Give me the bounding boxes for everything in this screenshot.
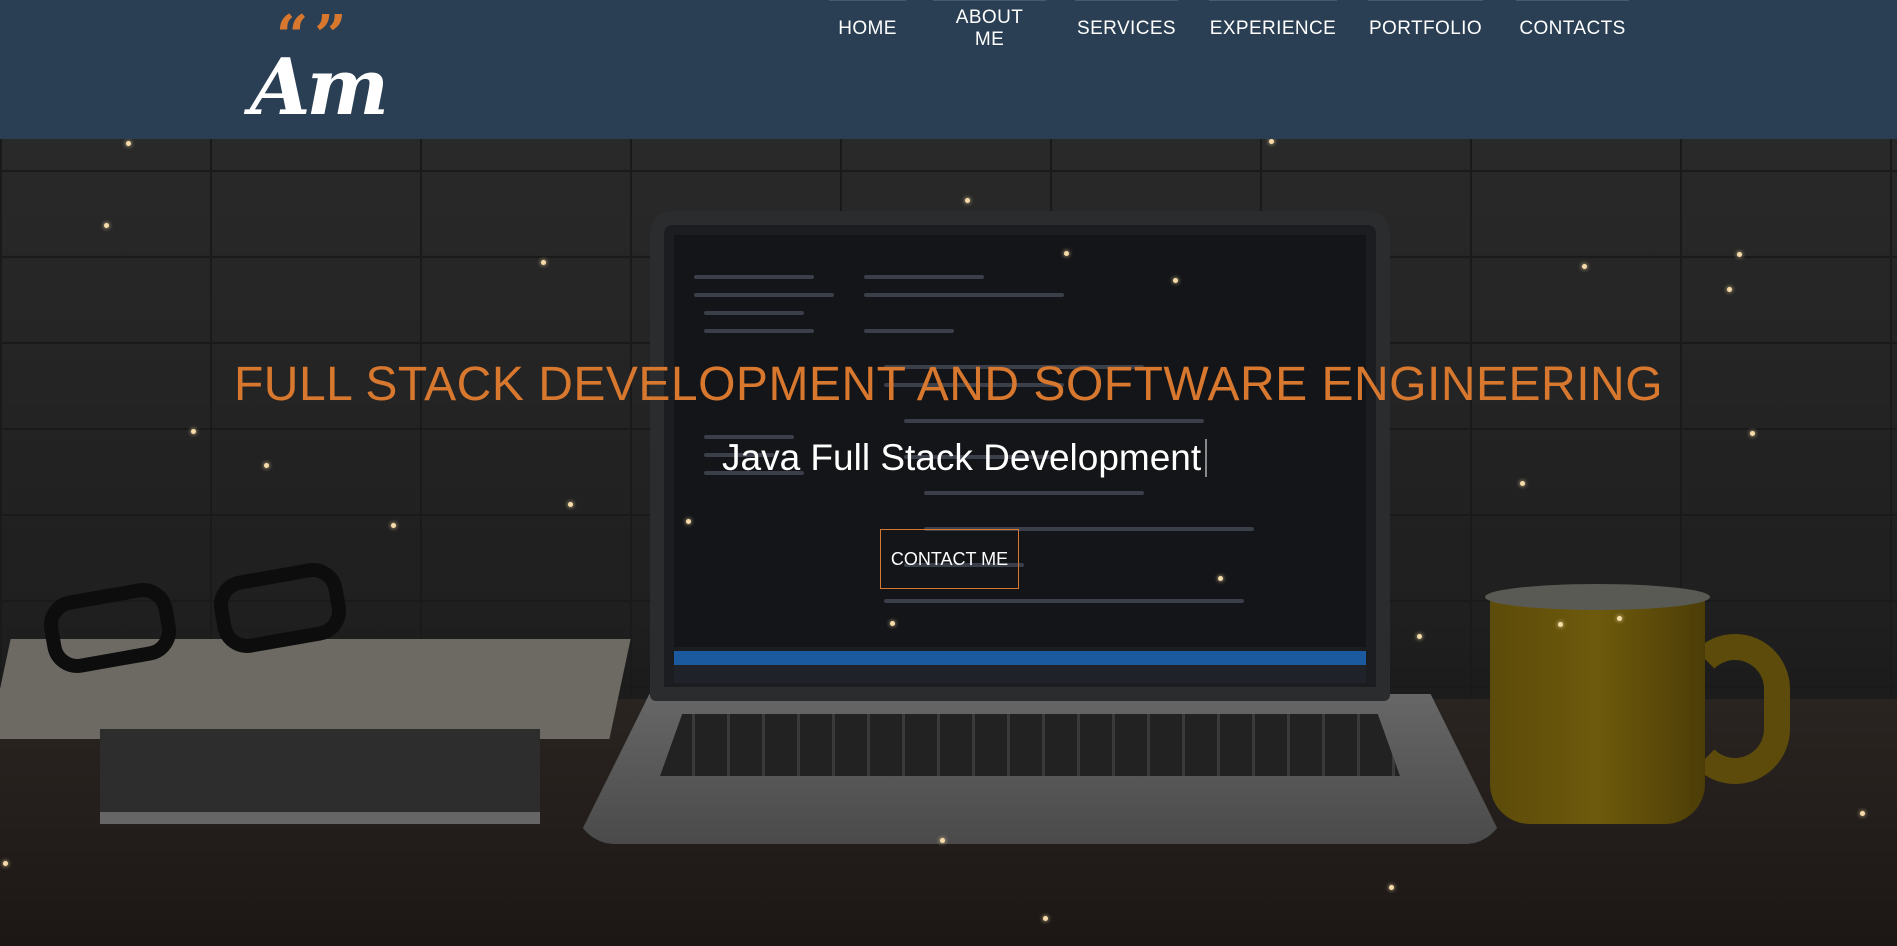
particle bbox=[1617, 616, 1622, 621]
typing-cursor bbox=[1205, 439, 1208, 477]
contact-me-button[interactable]: CONTACT ME bbox=[880, 529, 1019, 589]
particle bbox=[1417, 634, 1422, 639]
particle bbox=[1582, 264, 1587, 269]
particle bbox=[568, 502, 573, 507]
particle bbox=[391, 523, 396, 528]
hero-subtitle: Java Full Stack Development bbox=[722, 436, 1208, 480]
mug-decoration bbox=[1490, 594, 1705, 824]
particle bbox=[1860, 811, 1865, 816]
particle bbox=[1173, 278, 1178, 283]
particle bbox=[1727, 287, 1732, 292]
particle bbox=[1043, 916, 1048, 921]
taskbar-decoration bbox=[674, 665, 1366, 683]
particle bbox=[191, 429, 196, 434]
keyboard-decoration bbox=[660, 714, 1400, 776]
typed-text: Java Full Stack Development bbox=[722, 437, 1202, 478]
particle bbox=[686, 519, 691, 524]
particle bbox=[1737, 252, 1742, 257]
particle bbox=[1520, 481, 1525, 486]
nav-services[interactable]: SERVICES bbox=[1075, 0, 1178, 56]
particle bbox=[940, 838, 945, 843]
hero-section: FULL STACK DEVELOPMENT AND SOFTWARE ENGI… bbox=[0, 139, 1897, 946]
particle bbox=[541, 260, 546, 265]
mug-rim-decoration bbox=[1485, 584, 1710, 610]
particle bbox=[264, 463, 269, 468]
hero-title: FULL STACK DEVELOPMENT AND SOFTWARE ENGI… bbox=[233, 358, 1664, 411]
particle bbox=[1389, 885, 1394, 890]
nav-about-me[interactable]: ABOUT ME bbox=[933, 0, 1046, 56]
nav-contacts[interactable]: CONTACTS bbox=[1516, 0, 1629, 56]
particle bbox=[126, 141, 131, 146]
particle bbox=[1750, 431, 1755, 436]
site-header: “” Am HOME ABOUT ME SERVICES EXPERIENCE … bbox=[0, 0, 1897, 139]
nav-portfolio[interactable]: PORTFOLIO bbox=[1368, 0, 1483, 56]
particle bbox=[1064, 251, 1069, 256]
particle bbox=[965, 198, 970, 203]
nav-home[interactable]: HOME bbox=[829, 0, 906, 56]
editor-statusbar-decoration bbox=[674, 651, 1366, 665]
particle bbox=[1558, 622, 1563, 627]
particle bbox=[3, 861, 8, 866]
nav-experience[interactable]: EXPERIENCE bbox=[1209, 0, 1337, 56]
particle bbox=[890, 621, 895, 626]
particle bbox=[1218, 576, 1223, 581]
particle bbox=[1269, 139, 1274, 144]
book-decoration bbox=[100, 729, 540, 824]
logo-monogram: Am bbox=[250, 42, 389, 133]
particle bbox=[104, 223, 109, 228]
site-logo[interactable]: “” Am bbox=[250, 8, 389, 133]
